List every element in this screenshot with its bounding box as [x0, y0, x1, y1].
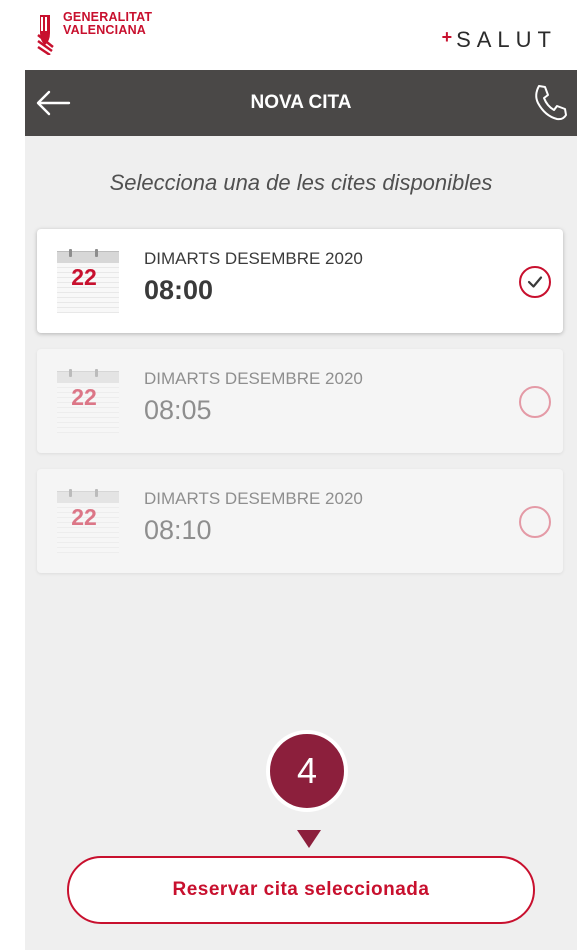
- app-screen: GENERALITAT VALENCIANA +SALUT NOVA CITA …: [25, 0, 577, 950]
- arrow-left-icon[interactable]: [35, 90, 71, 116]
- select-radio[interactable]: [519, 386, 551, 418]
- appointment-date: DIMARTS DESEMBRE 2020: [144, 489, 363, 508]
- step-pointer-icon: [297, 830, 321, 848]
- appointment-time: 08:00: [144, 275, 214, 305]
- page-title: NOVA CITA: [250, 92, 352, 113]
- instruction-text: Selecciona una de les cites disponibles: [109, 170, 493, 195]
- generalitat-logo-icon: [37, 15, 54, 55]
- appointment-card[interactable]: 22 DIMARTS DESEMBRE 2020 08:05: [37, 349, 563, 453]
- select-radio[interactable]: [519, 506, 551, 538]
- salut-text: SALUT: [456, 27, 557, 52]
- step-number-badge: 4: [266, 730, 348, 812]
- salut-plus: +: [441, 27, 457, 47]
- calendar-day: 22: [71, 384, 97, 410]
- salut-wordmark: +SALUT: [442, 27, 557, 53]
- appointment-card[interactable]: 22 DIMARTS DESEMBRE 2020 08:00: [37, 229, 563, 333]
- appointment-date: DIMARTS DESEMBRE 2020: [144, 369, 363, 388]
- brand-bar: GENERALITAT VALENCIANA +SALUT: [25, 0, 577, 70]
- calendar-icon: 22: [57, 489, 119, 553]
- select-radio[interactable]: [519, 266, 551, 298]
- appointment-time: 08:10: [144, 515, 212, 545]
- checkmark-icon: [527, 276, 543, 288]
- calendar-day: 22: [71, 264, 97, 290]
- phone-icon[interactable]: [531, 82, 571, 122]
- gv-line-2: VALENCIANA: [63, 23, 147, 37]
- calendar-icon: 22: [57, 369, 119, 433]
- reserve-appointment-button[interactable]: Reservar cita seleccionada: [67, 856, 535, 924]
- calendar-icon: 22: [57, 249, 119, 313]
- calendar-day: 22: [71, 504, 97, 530]
- generalitat-valenciana-wordmark: GENERALITAT VALENCIANA: [63, 11, 152, 37]
- appointment-date: DIMARTS DESEMBRE 2020: [144, 249, 363, 268]
- appointment-time: 08:05: [144, 395, 212, 425]
- appointment-card[interactable]: 22 DIMARTS DESEMBRE 2020 08:10: [37, 469, 563, 573]
- title-bar: NOVA CITA: [25, 70, 577, 136]
